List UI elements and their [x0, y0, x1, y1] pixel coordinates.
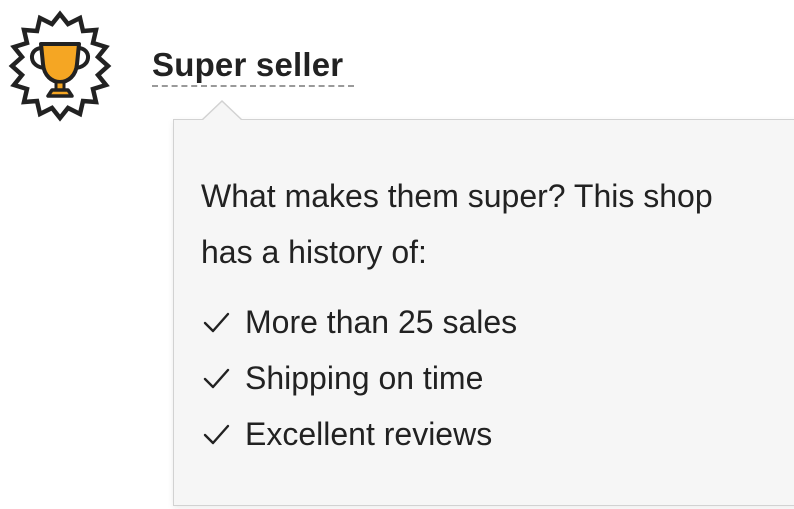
criteria-item-reviews: Excellent reviews	[201, 406, 517, 462]
check-icon	[203, 312, 230, 333]
criteria-list: More than 25 sales Shipping on time Exce…	[201, 294, 517, 462]
dashed-underline	[152, 85, 354, 87]
trophy-icon	[8, 10, 112, 122]
criteria-item-sales: More than 25 sales	[201, 294, 517, 350]
criteria-label: Shipping on time	[245, 359, 484, 396]
trophy-cup	[39, 42, 81, 84]
popover-arrow-fill	[202, 102, 242, 121]
popover-intro-line-1: What makes them super? This shop	[201, 178, 713, 214]
popover-intro: What makes them super? This shop has a h…	[201, 168, 794, 280]
check-icon	[203, 368, 230, 389]
super-seller-page: Super seller What makes them super? This…	[0, 0, 794, 509]
trophy-base	[46, 88, 74, 98]
criteria-item-shipping: Shipping on time	[201, 350, 517, 406]
super-seller-label[interactable]: Super seller	[152, 44, 343, 86]
popover-intro-line-2: has a history of:	[201, 234, 427, 270]
check-icon	[203, 424, 230, 445]
criteria-label: Excellent reviews	[245, 415, 493, 452]
criteria-label: More than 25 sales	[245, 303, 518, 340]
